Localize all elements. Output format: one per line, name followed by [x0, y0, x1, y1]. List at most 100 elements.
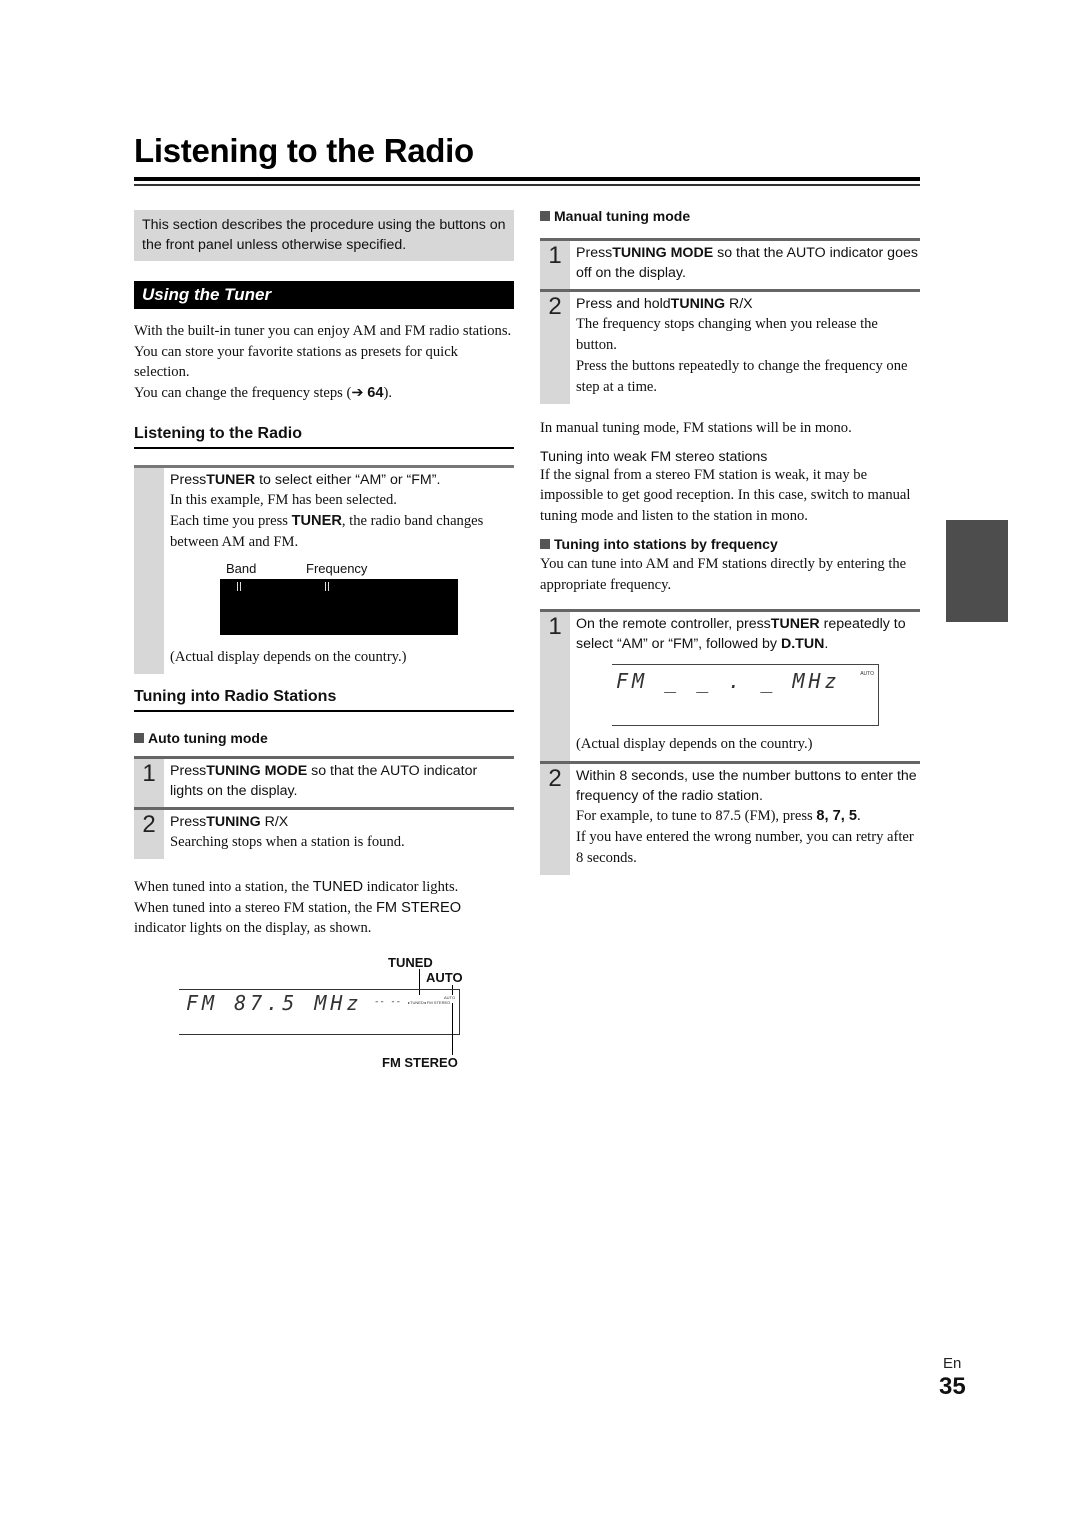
step-main: Within 8 seconds, use the number buttons… [576, 768, 917, 804]
left-column: This section describes the procedure usi… [134, 210, 514, 1075]
step-main: PressTUNING R/X [170, 812, 514, 832]
label-frequency: Frequency [306, 561, 368, 576]
page-reference-link[interactable]: 64 [367, 385, 383, 401]
display-auto-indicator: AUTO [860, 671, 874, 677]
auto-tuning-steps: 1 PressTUNING MODE so that the AUTO indi… [134, 756, 514, 859]
manual-tuning-heading: Manual tuning mode [540, 208, 920, 224]
listen-step-sub-1: In this example, FM has been selected. [170, 492, 397, 508]
step-body: PressTUNING MODE so that the AUTO indica… [164, 759, 514, 807]
square-bullet-icon [134, 733, 144, 743]
fm-display-diagram: TUNED AUTO FM 87.5 MHz -- -- AUTO ▸TUNED… [134, 955, 514, 1075]
text: Each time you press [170, 513, 292, 529]
step-main: On the remote controller, pressTUNER rep… [576, 614, 920, 654]
step-number: 2 [540, 764, 570, 875]
frequency-tuning-text: You can tune into AM and FM stations dir… [540, 556, 907, 593]
step-gutter [134, 468, 164, 674]
square-bullet-icon [540, 539, 550, 549]
text: indicator lights. [363, 879, 459, 895]
tuner-button-label: TUNER [291, 513, 342, 529]
manual-tuning-steps: 1 PressTUNING MODE so that the AUTO indi… [540, 238, 920, 404]
tuner-button-label: TUNER [770, 616, 820, 632]
square-bullet-icon [540, 211, 550, 221]
tuning-button-label: TUNING [670, 296, 726, 312]
step-number: 1 [540, 241, 570, 289]
display-readout: FM 87.5 MHz [186, 990, 363, 1015]
display-labels: Band Frequency [170, 561, 514, 579]
text: Press and hold [576, 296, 671, 312]
arrow-right-icon: ➔ [351, 384, 364, 401]
display-readout: FM _ _ . _ MHz [616, 669, 841, 693]
page-title: Listening to the Radio [134, 132, 474, 169]
listen-step-block: PressTUNER to select either “AM” or “FM”… [134, 465, 514, 674]
weak-stations-heading: Tuning into weak FM stereo stations [540, 448, 768, 465]
tuning-button-label: TUNING [206, 814, 261, 830]
intro-text: With the built-in tuner you can enjoy AM… [134, 323, 512, 380]
frequency-entry-display: FM _ _ . _ MHz AUTO [612, 664, 879, 726]
display-small-indicators: ▸TUNED◂ FM STEREO [408, 999, 451, 1005]
listen-step-sub-2: Each time you press TUNER, the radio ban… [170, 511, 514, 553]
fm-stereo-word: FM STEREO [375, 899, 462, 916]
d-tun-button-label: D.TUN [780, 636, 825, 652]
text: R/X [260, 814, 289, 830]
mono-note: In manual tuning mode, FM stations will … [540, 420, 852, 436]
step-main: PressTUNING MODE so that the AUTO indica… [170, 761, 514, 801]
text: to select either “AM” or “FM”. [255, 472, 441, 488]
frequency-tuning-label: Tuning into stations by frequency [554, 536, 778, 552]
text: . [856, 808, 861, 824]
tuning-mode-button-label: TUNING MODE [206, 763, 308, 779]
tuning-mode-button-label: TUNING MODE [612, 245, 714, 261]
number-keys: 8, 7, 5 [816, 808, 857, 824]
listen-step-main: PressTUNER to select either “AM” or “FM”… [170, 470, 514, 490]
frequency-steps: 1 On the remote controller, pressTUNER r… [540, 609, 920, 875]
frequency-step-1: 1 On the remote controller, pressTUNER r… [540, 612, 920, 764]
step-sub-retry: If you have entered the wrong number, yo… [576, 829, 914, 866]
title-rule-thin [134, 184, 920, 186]
text: On the remote controller, press [576, 616, 771, 632]
text-line: When tuned into a stereo FM station, the… [134, 898, 514, 919]
text: Press [170, 763, 207, 779]
text: When tuned into a station, the [134, 879, 313, 895]
manual-tuning-label: Manual tuning mode [554, 208, 691, 224]
text: When tuned into a stereo FM station, the [134, 899, 376, 916]
band-pointer [237, 582, 241, 591]
text: R/X [725, 296, 753, 312]
step-number: 2 [540, 292, 570, 404]
auto-step-1: 1 PressTUNING MODE so that the AUTO indi… [134, 759, 514, 810]
manual-step-1: 1 PressTUNING MODE so that the AUTO indi… [540, 241, 920, 292]
step-body: On the remote controller, pressTUNER rep… [570, 612, 920, 761]
step-body: PressTUNING MODE so that the AUTO indica… [570, 241, 920, 289]
display-caption: (Actual display depends on the country.) [170, 649, 407, 665]
text: . [824, 636, 829, 652]
step-number: 2 [134, 810, 164, 859]
callout-auto: AUTO [426, 969, 463, 985]
subhead-listening: Listening to the Radio [134, 425, 514, 449]
step-sub-example: For example, to tune to 87.5 (FM), press… [576, 806, 920, 827]
step-sub: The frequency stops changing when you re… [576, 316, 878, 353]
tuner-button-label: TUNER [206, 472, 256, 488]
step-body: Press and holdTUNING R/X The frequency s… [570, 292, 920, 404]
page-number: 35 [939, 1373, 966, 1400]
text-line: When tuned into a station, the TUNED ind… [134, 877, 514, 898]
fm-stereo-leader-line [452, 1002, 453, 1055]
auto-tuning-label: Auto tuning mode [148, 730, 268, 746]
label-band: Band [226, 561, 257, 576]
intro-paragraph: With the built-in tuner you can enjoy AM… [134, 321, 514, 403]
chapter-tab-marker [946, 520, 1008, 622]
step-main: PressTUNING MODE so that the AUTO indica… [576, 243, 920, 283]
text: For example, to tune to 87.5 (FM), press [576, 808, 817, 824]
display-caption: (Actual display depends on the country.) [576, 736, 813, 752]
listen-step-body: PressTUNER to select either “AM” or “FM”… [164, 468, 514, 674]
text: Press [170, 814, 207, 830]
text: Press [170, 472, 207, 488]
weak-stations-text: If the signal from a stereo FM station i… [540, 466, 911, 524]
step-sub: Press the buttons repeatedly to change t… [576, 358, 908, 395]
listen-step: PressTUNER to select either “AM” or “FM”… [134, 468, 514, 674]
frequency-steps-note: You can change the frequency steps (➔ 64… [134, 383, 514, 404]
page-language: En [943, 1355, 962, 1372]
step-body: Within 8 seconds, use the number buttons… [570, 764, 920, 875]
tuned-indicator-text: When tuned into a station, the TUNED ind… [134, 877, 514, 939]
text-line: indicator lights on the display, as show… [134, 920, 372, 936]
subhead-tuning: Tuning into Radio Stations [134, 688, 514, 712]
freq-steps-text: You can change the frequency steps ( [134, 384, 352, 401]
section-title-using-the-tuner: Using the Tuner [134, 281, 514, 309]
